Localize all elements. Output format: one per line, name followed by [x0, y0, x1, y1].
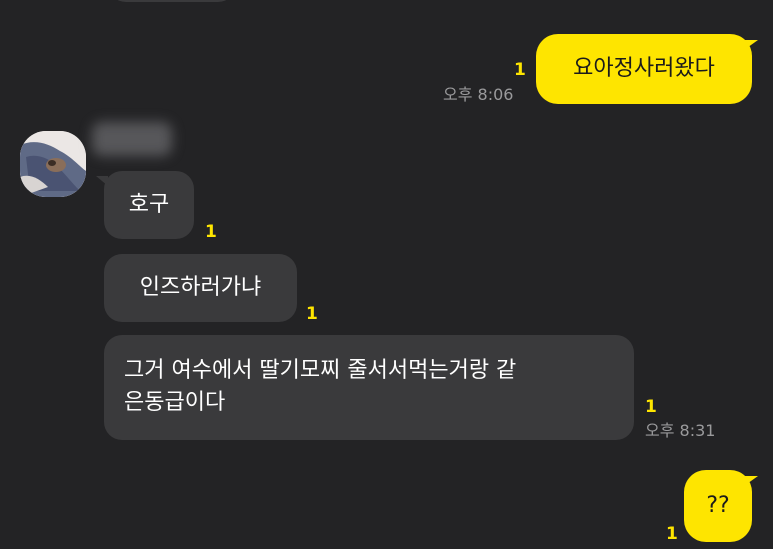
- outgoing-message-bubble[interactable]: ??: [684, 470, 752, 542]
- message-text-line: 은동급이다: [124, 390, 226, 415]
- partial-message-bubble[interactable]: [108, 0, 236, 2]
- incoming-message-bubble[interactable]: 그거 여수에서 딸기모찌 줄서서먹는거랑 같 은동급이다: [104, 335, 634, 440]
- unread-count: 1: [666, 524, 678, 544]
- avatar-image: [20, 131, 86, 197]
- message-text: ??: [706, 493, 730, 518]
- incoming-message-bubble[interactable]: 인즈하러가냐: [104, 254, 297, 322]
- incoming-message-bubble[interactable]: 호구: [104, 171, 194, 239]
- message-text: 인즈하러가냐: [139, 275, 262, 300]
- unread-count: 1: [306, 304, 318, 324]
- bubble-tail: [744, 476, 758, 486]
- profile-avatar[interactable]: [20, 131, 86, 197]
- message-timestamp: 오후 8:06: [443, 85, 514, 104]
- message-text: 호구: [128, 192, 170, 217]
- sender-name-blurred: [92, 122, 172, 156]
- message-text-line: 그거 여수에서 딸기모찌 줄서서먹는거랑 같: [124, 358, 517, 383]
- unread-count: 1: [514, 60, 526, 80]
- unread-count: 1: [645, 397, 657, 417]
- bubble-tail: [744, 40, 758, 50]
- message-timestamp: 오후 8:31: [645, 421, 716, 440]
- outgoing-message-bubble[interactable]: 요아정사러왔다: [536, 34, 752, 104]
- message-text: 요아정사러왔다: [573, 56, 715, 81]
- unread-count: 1: [205, 222, 217, 242]
